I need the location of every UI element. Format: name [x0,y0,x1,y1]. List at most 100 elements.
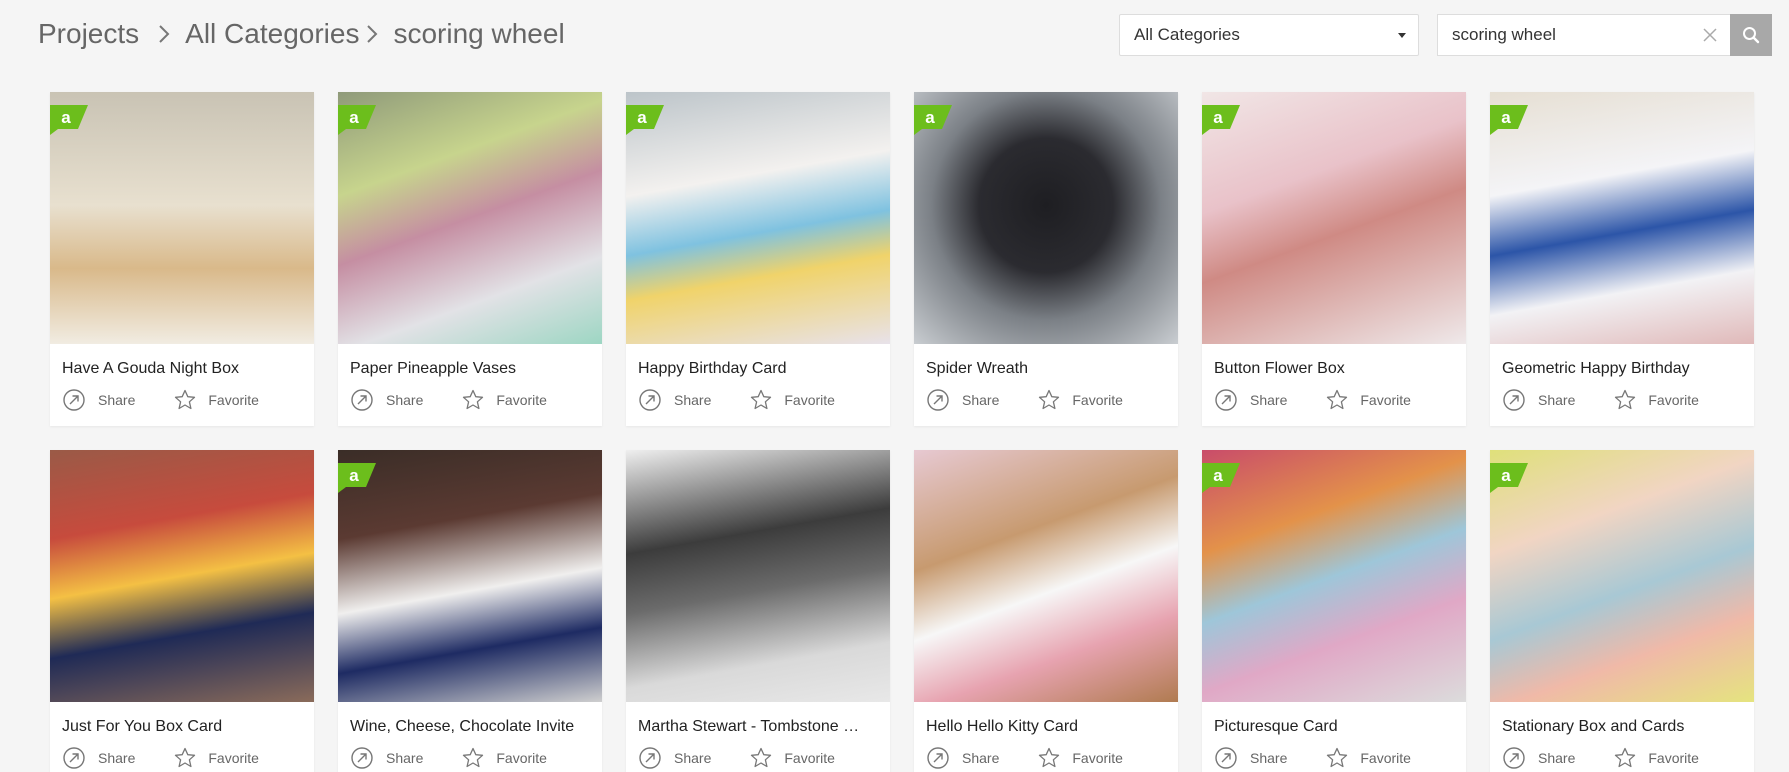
project-thumbnail[interactable]: a [914,92,1178,344]
project-thumbnail[interactable]: a [338,92,602,344]
share-button[interactable]: Share [1502,746,1575,770]
favorite-button[interactable]: Favorite [1613,746,1699,770]
card-actions: Share Favorite [1214,388,1411,412]
favorite-button[interactable]: Favorite [173,388,259,412]
share-button[interactable]: Share [926,388,999,412]
favorite-button[interactable]: Favorite [1037,746,1123,770]
project-card[interactable]: a Stationary Box and Cards Share Favorit… [1490,450,1754,772]
clear-search-icon[interactable] [1702,27,1718,43]
breadcrumb-current: scoring wheel [393,18,565,49]
share-button[interactable]: Share [62,746,135,770]
project-thumbnail[interactable]: a [1490,92,1754,344]
project-card[interactable]: a Picturesque Card Share Favorite [1202,450,1466,772]
card-actions: Share Favorite [1502,746,1699,770]
favorite-button[interactable]: Favorite [461,746,547,770]
breadcrumb-all-categories[interactable]: All Categories [185,18,359,50]
chevron-right-icon [157,23,171,45]
search-icon [1743,27,1760,44]
project-card[interactable]: Hello Hello Kitty Card Share Favorite [914,450,1178,772]
project-thumbnail[interactable]: a [338,450,602,702]
breadcrumb-projects[interactable]: Projects [38,18,139,50]
card-actions: Share Favorite [62,746,259,770]
favorite-button[interactable]: Favorite [1325,388,1411,412]
project-title[interactable]: Picturesque Card [1214,718,1458,736]
share-label: Share [674,750,712,766]
share-icon [1503,389,1525,411]
project-thumbnail[interactable]: a [1202,450,1466,702]
project-title[interactable]: Wine, Cheese, Chocolate Invite [350,718,594,736]
favorite-button[interactable]: Favorite [749,746,835,770]
project-thumbnail[interactable]: a [626,92,890,344]
favorite-button[interactable]: Favorite [1613,388,1699,412]
project-title[interactable]: Spider Wreath [926,360,1170,378]
share-button[interactable]: Share [350,746,423,770]
share-label: Share [98,750,136,766]
star-icon [1327,389,1348,410]
share-button[interactable]: Share [638,388,711,412]
project-thumbnail[interactable] [626,450,890,702]
search-input[interactable] [1452,25,1702,45]
share-label: Share [1538,750,1576,766]
project-title[interactable]: Stationary Box and Cards [1502,718,1746,736]
project-thumbnail[interactable]: a [1490,450,1754,702]
share-button[interactable]: Share [62,388,135,412]
project-image [626,92,890,344]
project-image [914,450,1178,702]
share-button[interactable]: Share [1214,388,1287,412]
favorite-label: Favorite [1072,392,1123,408]
project-title[interactable]: Have A Gouda Night Box [62,360,306,378]
share-icon [639,389,661,411]
card-actions: Share Favorite [350,746,547,770]
favorite-button[interactable]: Favorite [749,388,835,412]
project-card[interactable]: Just For You Box Card Share Favorite [50,450,314,772]
project-title[interactable]: Geometric Happy Birthday [1502,360,1746,378]
project-title[interactable]: Happy Birthday Card [638,360,882,378]
share-label: Share [98,392,136,408]
share-button[interactable]: Share [1502,388,1575,412]
project-card[interactable]: a Have A Gouda Night Box Share Favorite [50,92,314,426]
project-card[interactable]: a Geometric Happy Birthday Share Favorit… [1490,92,1754,426]
share-button[interactable]: Share [1214,746,1287,770]
favorite-button[interactable]: Favorite [1325,746,1411,770]
share-button[interactable]: Share [350,388,423,412]
project-card[interactable]: a Happy Birthday Card Share Favorite [626,92,890,426]
favorite-label: Favorite [208,750,259,766]
chevron-right-icon [365,23,379,45]
project-thumbnail[interactable] [914,450,1178,702]
access-badge-icon: a [1490,105,1528,135]
star-icon [175,747,196,768]
share-label: Share [962,392,1000,408]
project-title[interactable]: Martha Stewart - Tombstone … [638,718,882,736]
share-label: Share [1250,392,1288,408]
favorite-button[interactable]: Favorite [173,746,259,770]
category-select[interactable]: All Categories [1119,14,1419,56]
project-image [1490,92,1754,344]
project-image [1202,450,1466,702]
project-card[interactable]: a Wine, Cheese, Chocolate Invite Share F… [338,450,602,772]
project-thumbnail[interactable]: a [1202,92,1466,344]
share-icon [1215,389,1237,411]
share-button[interactable]: Share [926,746,999,770]
share-button[interactable]: Share [638,746,711,770]
project-title[interactable]: Just For You Box Card [62,718,306,736]
project-thumbnail[interactable]: a [50,92,314,344]
project-card[interactable]: a Paper Pineapple Vases Share Favorite [338,92,602,426]
favorite-label: Favorite [1072,750,1123,766]
project-title[interactable]: Paper Pineapple Vases [350,360,594,378]
search-button[interactable] [1730,14,1772,56]
access-badge-icon: a [1490,463,1528,493]
favorite-button[interactable]: Favorite [1037,388,1123,412]
favorite-button[interactable]: Favorite [461,388,547,412]
project-title[interactable]: Hello Hello Kitty Card [926,718,1170,736]
star-icon [1039,747,1060,768]
star-icon [463,389,484,410]
svg-text:a: a [637,108,647,127]
card-actions: Share Favorite [1214,746,1411,770]
project-title[interactable]: Button Flower Box [1214,360,1458,378]
project-card[interactable]: Martha Stewart - Tombstone … Share Favor… [626,450,890,772]
svg-text:a: a [925,108,935,127]
favorite-label: Favorite [1360,392,1411,408]
project-card[interactable]: a Button Flower Box Share Favorite [1202,92,1466,426]
project-thumbnail[interactable] [50,450,314,702]
project-card[interactable]: a Spider Wreath Share Favorite [914,92,1178,426]
